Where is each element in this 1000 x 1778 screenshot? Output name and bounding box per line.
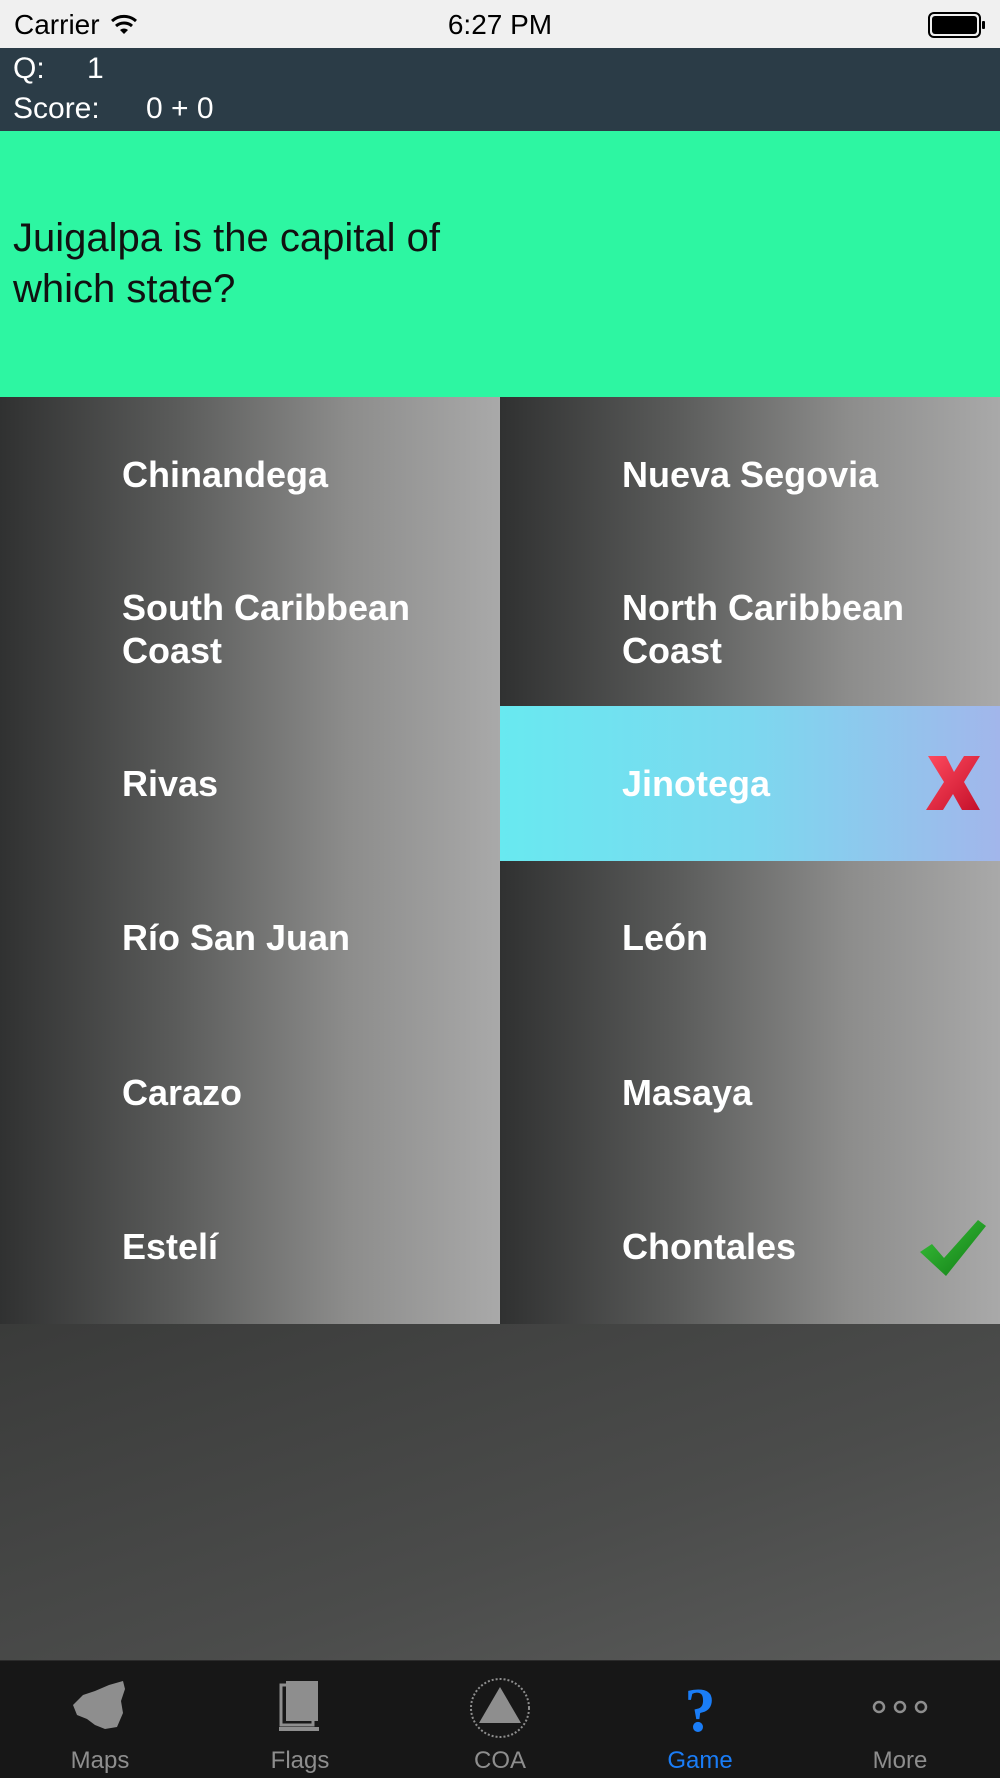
answer-label: Chontales [622,1226,797,1268]
x-mark-icon [926,756,980,811]
more-dots-icon [872,1700,928,1714]
answer-label: Estelí [122,1226,219,1268]
status-bar: Carrier 6:27 PM [0,0,1000,48]
tab-flags[interactable]: Flags [200,1661,400,1778]
question-number: 1 [87,52,104,85]
answer-option[interactable]: Masaya [500,1015,1000,1170]
score-display: Score: 0 + 0 [13,92,214,126]
flags-icon [279,1681,319,1731]
answers-left-column: Chinandega South Caribbean Coast Rivas R… [0,397,500,1324]
checkmark-icon [920,1219,986,1276]
svg-text:?: ? [685,1677,716,1741]
answer-label: Carazo [122,1071,243,1113]
status-time: 6:27 PM [447,9,553,40]
tab-game[interactable]: ? Game [600,1661,800,1778]
tab-label: More [872,1747,928,1774]
battery-icon [928,12,985,38]
question-mark-icon: ? [685,1677,716,1741]
question-counter: Q: 1 [13,52,104,86]
answer-option[interactable]: León [500,860,1000,1015]
answer-option[interactable]: Chinandega [0,397,500,552]
score-header: Q: 1 Score: 0 + 0 [0,48,1000,131]
answer-option[interactable]: Carazo [0,1015,500,1170]
answer-option[interactable]: Nueva Segovia [500,397,1000,552]
answer-label: León [622,917,708,959]
answer-label: Nueva Segovia [622,453,879,495]
answer-option[interactable]: South Caribbean Coast [0,551,500,706]
tab-label: Game [667,1747,733,1774]
tab-coa[interactable]: COA [400,1661,600,1778]
answers-right-column: Nueva Segovia North Caribbean Coast Jino… [500,397,1000,1324]
question-panel: Juigalpa is the capital of which state? [0,131,1000,397]
answer-label: Río San Juan [122,917,351,959]
tab-more[interactable]: More [800,1661,1000,1778]
answer-option-correct[interactable]: Chontales [500,1169,1000,1324]
answer-option[interactable]: Estelí [0,1169,500,1324]
tab-label: Maps [70,1747,130,1774]
tab-label: Flags [270,1747,330,1774]
score-label: Score: [13,92,100,125]
question-label: Q: [13,52,45,85]
answer-option[interactable]: Rivas [0,706,500,861]
answer-label: Chinandega [122,453,329,495]
coat-of-arms-icon [470,1678,530,1738]
answer-option[interactable]: North Caribbean Coast [500,551,1000,706]
answer-label: South Caribbean Coast [122,586,411,671]
answers-grid: Chinandega South Caribbean Coast Rivas R… [0,397,1000,1324]
score-value: 0 + 0 [146,92,214,125]
question-text: Juigalpa is the capital of which state? [13,216,440,311]
answer-label: Jinotega [622,762,771,804]
answer-label: North Caribbean Coast [622,586,905,671]
nicaragua-map-icon [73,1681,125,1729]
tab-maps[interactable]: Maps [0,1661,200,1778]
content-background [0,1324,1000,1660]
answer-label: Rivas [122,762,219,804]
tab-label: COA [473,1747,526,1774]
answer-option[interactable]: Río San Juan [0,860,500,1015]
tab-bar: Maps Flags COA ? Game More [0,1660,1000,1778]
answer-label: Masaya [622,1071,753,1113]
answer-option-wrong-selected[interactable]: Jinotega [500,706,1000,861]
